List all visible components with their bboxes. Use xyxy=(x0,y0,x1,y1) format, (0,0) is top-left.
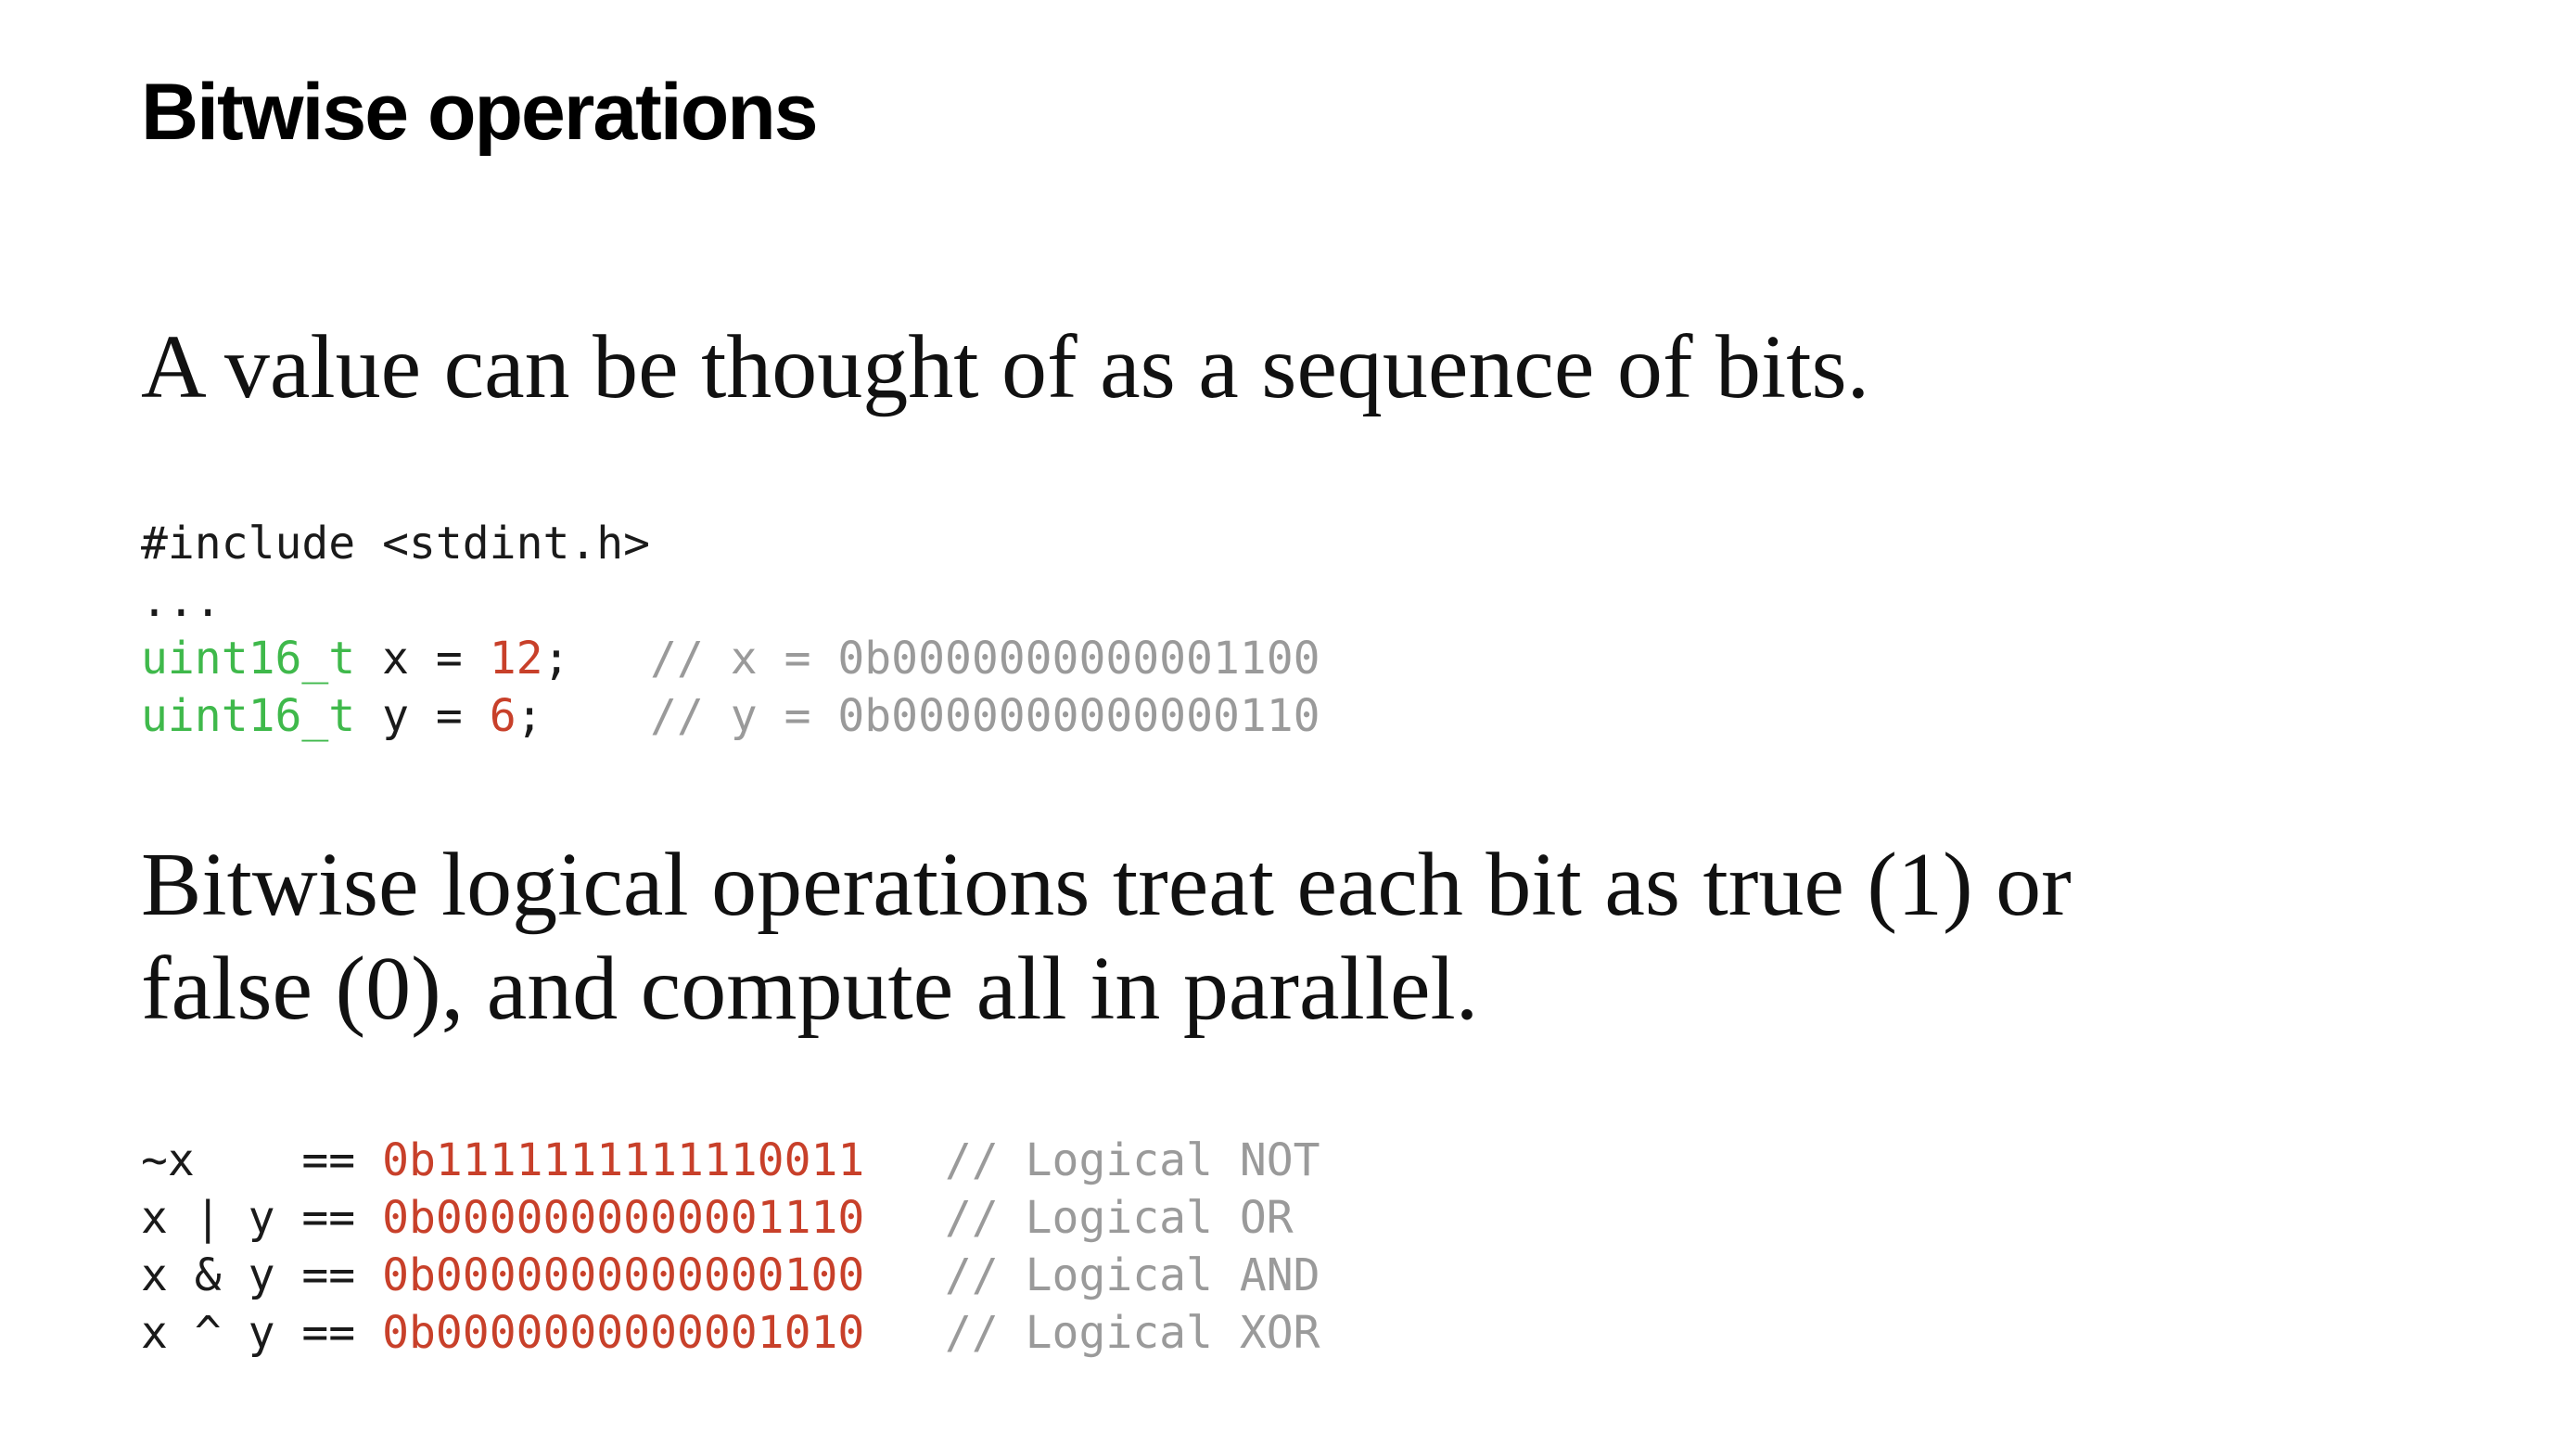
code-comment: // y = 0b0000000000000110 xyxy=(650,690,1320,742)
code-expression: x ^ y == xyxy=(141,1307,383,1359)
code-ellipsis-line: ... xyxy=(141,575,222,627)
code-expression: ~x == xyxy=(141,1134,383,1186)
number-literal: 6 xyxy=(489,690,516,742)
slide-title: Bitwise operations xyxy=(141,68,819,157)
declaration-text: x = xyxy=(355,633,490,685)
number-literal: 12 xyxy=(489,633,543,685)
paragraph-line: Bitwise logical operations treat each bi… xyxy=(141,835,2072,935)
code-block-declarations: #include <stdint.h>... uint16_t x = 12; /… xyxy=(141,515,1320,745)
code-comment: // Logical OR xyxy=(864,1192,1294,1244)
code-comment: // Logical XOR xyxy=(864,1307,1320,1359)
statement-end: ; xyxy=(516,690,651,742)
type-keyword: uint16_t xyxy=(141,633,356,685)
code-comment: // x = 0b0000000000001100 xyxy=(650,633,1320,685)
code-declaration-y: uint16_t y = 6; // y = 0b000000000000011… xyxy=(141,687,1320,745)
binary-result: 0b1111111111110011 xyxy=(382,1134,865,1186)
code-declaration-x: uint16_t x = 12; // x = 0b00000000000011… xyxy=(141,630,1320,687)
statement-end: ; xyxy=(542,633,651,685)
code-expression: x & y == xyxy=(141,1249,383,1301)
code-row-or: x | y == 0b0000000000001110 // Logical O… xyxy=(141,1189,1320,1247)
code-block-operations: ~x == 0b1111111111110011 // Logical NOT x… xyxy=(141,1132,1320,1362)
code-expression: x | y == xyxy=(141,1192,383,1244)
code-row-not: ~x == 0b1111111111110011 // Logical NOT xyxy=(141,1132,1320,1189)
code-row-and: x & y == 0b0000000000000100 // Logical A… xyxy=(141,1247,1320,1304)
code-comment: // Logical NOT xyxy=(864,1134,1320,1186)
slide: Bitwise operations A value can be though… xyxy=(0,0,2576,1447)
code-comment: // Logical AND xyxy=(864,1249,1320,1301)
paragraph-bitwise-logical: Bitwise logical operations treat each bi… xyxy=(141,833,2072,1041)
paragraph-sequence-of-bits: A value can be thought of as a sequence … xyxy=(141,317,1870,417)
binary-result: 0b0000000000000100 xyxy=(382,1249,865,1301)
code-include-line: #include <stdint.h> xyxy=(141,518,651,570)
type-keyword: uint16_t xyxy=(141,690,356,742)
declaration-text: y = xyxy=(355,690,490,742)
binary-result: 0b0000000000001110 xyxy=(382,1192,865,1244)
binary-result: 0b0000000000001010 xyxy=(382,1307,865,1359)
paragraph-line: false (0), and compute all in parallel. xyxy=(141,939,1479,1039)
code-row-xor: x ^ y == 0b0000000000001010 // Logical X… xyxy=(141,1304,1320,1362)
